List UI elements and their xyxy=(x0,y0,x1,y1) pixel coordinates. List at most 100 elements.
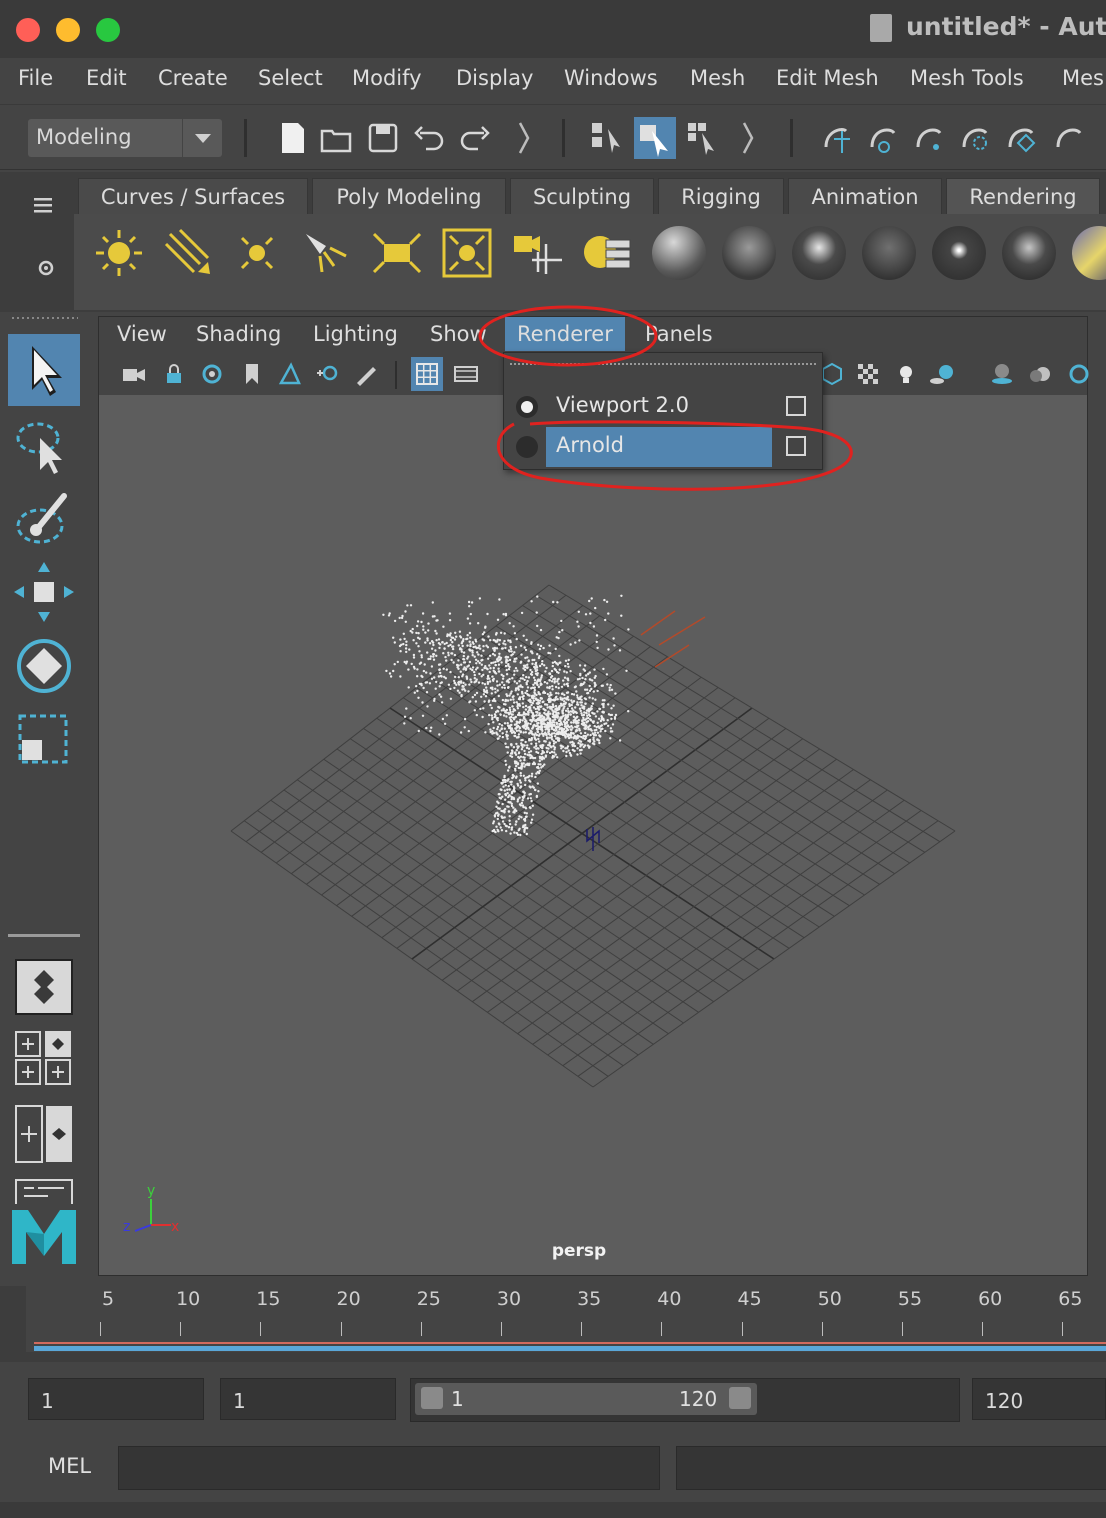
select-component-icon[interactable] xyxy=(686,121,720,155)
time-slider[interactable]: 5 10 15 20 25 30 35 40 45 50 55 60 65 xyxy=(0,1286,1106,1362)
area-light-icon[interactable] xyxy=(370,226,424,280)
gear-icon[interactable] xyxy=(36,258,58,280)
ramp-shader-icon[interactable] xyxy=(1072,226,1106,280)
3d-viewport[interactable]: y x z persp xyxy=(99,395,1087,1275)
motion-blur-icon[interactable] xyxy=(1027,361,1053,387)
animation-start-field[interactable]: 1 xyxy=(28,1378,204,1420)
paint-select-tool-icon[interactable] xyxy=(8,482,80,554)
playback-start-field[interactable]: 1 xyxy=(220,1378,396,1420)
menu-select[interactable]: Select xyxy=(258,66,323,90)
single-view-layout-icon[interactable] xyxy=(8,954,80,1026)
time-slider-track[interactable]: 5 10 15 20 25 30 35 40 45 50 55 60 65 xyxy=(26,1286,1106,1352)
shelf-tab-curves-surfaces[interactable]: Curves / Surfaces xyxy=(78,178,308,215)
image-plane-icon[interactable] xyxy=(277,361,303,387)
snap-surface-icon[interactable] xyxy=(1004,121,1038,155)
menu-mesh[interactable]: Mesh xyxy=(690,66,745,90)
shelf-tab-poly-modeling[interactable]: Poly Modeling xyxy=(312,178,506,215)
select-camera-icon[interactable] xyxy=(121,361,147,387)
menu-edit[interactable]: Edit xyxy=(86,66,127,90)
shadows-icon[interactable] xyxy=(929,361,955,387)
camera-light-icon[interactable] xyxy=(510,226,564,280)
select-object-mode-button[interactable] xyxy=(634,117,676,159)
menu-modify[interactable]: Modify xyxy=(352,66,422,90)
panel-menu-view[interactable]: View xyxy=(117,322,167,346)
point-light-icon[interactable] xyxy=(230,226,284,280)
open-scene-icon[interactable] xyxy=(320,121,354,155)
grid-toggle-button[interactable] xyxy=(411,357,443,391)
menu-create[interactable]: Create xyxy=(158,66,228,90)
new-scene-icon[interactable] xyxy=(276,121,310,155)
snap-grid-icon[interactable] xyxy=(820,121,854,155)
range-slider-track[interactable]: 1 120 xyxy=(410,1378,960,1422)
redo-icon[interactable] xyxy=(458,121,492,155)
command-language-toggle[interactable]: MEL xyxy=(48,1454,91,1478)
volume-light-icon[interactable] xyxy=(440,226,494,280)
menu-mesh-tools[interactable]: Mesh Tools xyxy=(910,66,1024,90)
save-scene-icon[interactable] xyxy=(366,121,400,155)
range-start-grip[interactable] xyxy=(421,1387,443,1409)
shelf-menu-icon[interactable] xyxy=(34,196,58,214)
camera-attributes-icon[interactable] xyxy=(199,361,225,387)
outliner-layout-icon[interactable] xyxy=(8,1176,80,1204)
screen-space-ao-icon[interactable] xyxy=(989,361,1015,387)
shelf-tab-animation[interactable]: Animation xyxy=(788,178,942,215)
particle xyxy=(505,661,508,664)
range-slider-handle[interactable]: 1 120 xyxy=(415,1383,757,1415)
multisample-icon[interactable] xyxy=(1063,361,1089,387)
snap-live-icon[interactable] xyxy=(1052,121,1086,155)
expand-arrow-icon[interactable] xyxy=(512,121,546,155)
command-input[interactable] xyxy=(118,1446,660,1490)
playback-end-field[interactable]: 120 xyxy=(972,1378,1106,1420)
lambert-material-icon[interactable] xyxy=(722,226,776,280)
use-all-lights-icon[interactable] xyxy=(893,361,919,387)
menu-display[interactable]: Display xyxy=(456,66,533,90)
directional-light-icon[interactable] xyxy=(162,226,216,280)
lock-camera-icon[interactable] xyxy=(161,361,187,387)
ambient-light-icon[interactable] xyxy=(92,226,146,280)
particle xyxy=(455,663,459,667)
anisotropic-material-icon[interactable] xyxy=(932,226,986,280)
minimize-window-button[interactable] xyxy=(56,18,80,42)
rotate-tool-icon[interactable] xyxy=(8,630,80,702)
shelf-tab-sculpting[interactable]: Sculpting xyxy=(510,178,654,215)
particle xyxy=(484,665,487,668)
snap-view-plane-icon[interactable] xyxy=(958,121,992,155)
surface-shader-icon[interactable] xyxy=(862,226,916,280)
blinn-material-icon[interactable] xyxy=(652,226,706,280)
select-tool-button[interactable] xyxy=(8,334,80,406)
snap-curve-icon[interactable] xyxy=(866,121,900,155)
undo-icon[interactable] xyxy=(412,121,446,155)
move-tool-icon[interactable] xyxy=(8,556,80,628)
panel-menu-shading[interactable]: Shading xyxy=(196,322,281,346)
shelf-tab-rigging[interactable]: Rigging xyxy=(658,178,784,215)
phong-material-icon[interactable] xyxy=(792,226,846,280)
2d-pan-zoom-icon[interactable] xyxy=(315,361,341,387)
menu-set-dropdown[interactable]: Modeling xyxy=(28,119,222,157)
particle xyxy=(512,796,515,799)
close-window-button[interactable] xyxy=(16,18,40,42)
lasso-tool-icon[interactable] xyxy=(8,408,80,480)
panel-menu-lighting[interactable]: Lighting xyxy=(313,322,398,346)
menu-file[interactable]: File xyxy=(18,66,53,90)
particle xyxy=(488,670,491,674)
zoom-window-button[interactable] xyxy=(96,18,120,42)
grease-pencil-icon[interactable] xyxy=(353,361,379,387)
expand-arrow-icon[interactable] xyxy=(736,121,770,155)
bookmark-icon[interactable] xyxy=(239,361,265,387)
shelf-tab-rendering[interactable]: Rendering xyxy=(946,178,1100,215)
select-hierarchy-icon[interactable] xyxy=(590,121,624,155)
range-end-grip[interactable] xyxy=(729,1387,751,1409)
particle xyxy=(453,686,456,690)
spot-light-icon[interactable] xyxy=(300,226,354,280)
light-editor-icon[interactable] xyxy=(580,226,634,280)
scale-tool-icon[interactable] xyxy=(8,704,80,776)
snap-point-icon[interactable] xyxy=(912,121,946,155)
menu-windows[interactable]: Windows xyxy=(564,66,658,90)
phong-e-material-icon[interactable] xyxy=(1002,226,1056,280)
particle xyxy=(583,664,587,667)
toolbox-grip[interactable] xyxy=(8,314,80,322)
two-view-layout-icon[interactable] xyxy=(8,1102,80,1174)
menu-edit-mesh[interactable]: Edit Mesh xyxy=(776,66,879,90)
menu-mesh-display[interactable]: Mes xyxy=(1062,66,1104,90)
four-view-layout-icon[interactable] xyxy=(8,1028,80,1100)
